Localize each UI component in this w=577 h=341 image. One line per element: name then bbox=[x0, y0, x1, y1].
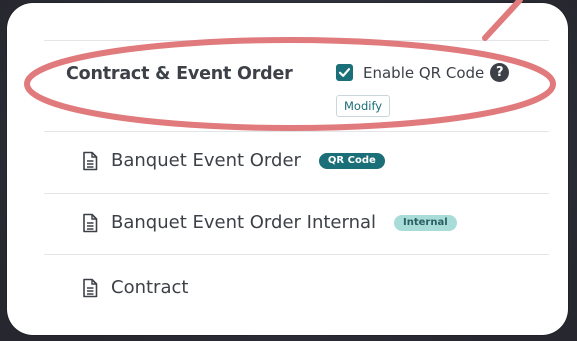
divider bbox=[44, 40, 549, 41]
document-icon bbox=[83, 278, 98, 297]
divider bbox=[44, 254, 549, 255]
document-label[interactable]: Banquet Event Order bbox=[111, 150, 301, 171]
divider bbox=[44, 193, 549, 194]
internal-badge: Internal bbox=[394, 214, 457, 231]
help-icon[interactable]: ? bbox=[490, 63, 510, 82]
qr-code-badge: QR Code bbox=[318, 152, 385, 169]
divider bbox=[44, 131, 549, 132]
document-settings-card: Contract & Event Order Enable QR Code ? … bbox=[7, 3, 568, 335]
section-title: Contract & Event Order bbox=[66, 64, 293, 84]
document-label[interactable]: Contract bbox=[111, 277, 188, 298]
document-row-contract[interactable]: Contract bbox=[82, 277, 188, 298]
document-row-banquet-event-order-internal[interactable]: Banquet Event Order Internal Internal bbox=[82, 212, 457, 233]
document-icon bbox=[83, 213, 98, 232]
qr-code-checkbox[interactable] bbox=[336, 64, 353, 81]
document-icon bbox=[83, 151, 98, 170]
enable-qr-code-toggle[interactable]: Enable QR Code ? bbox=[336, 63, 510, 82]
document-row-banquet-event-order[interactable]: Banquet Event Order QR Code bbox=[82, 150, 385, 171]
document-label[interactable]: Banquet Event Order Internal bbox=[111, 212, 376, 233]
modify-button[interactable]: Modify bbox=[336, 95, 391, 117]
qr-code-label[interactable]: Enable QR Code bbox=[363, 64, 484, 82]
checkbox-check-icon bbox=[338, 68, 351, 77]
